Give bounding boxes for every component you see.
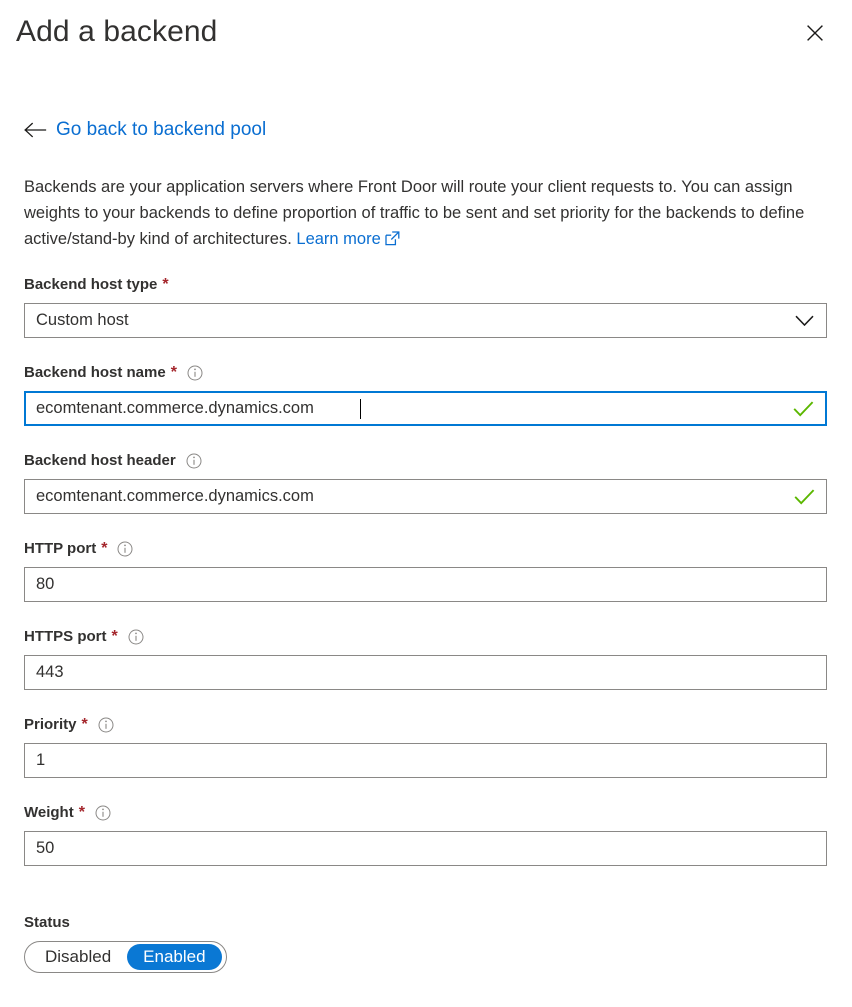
field-label-row: HTTP port * bbox=[24, 538, 828, 560]
field-backend-host-type: Backend host type * Custom host bbox=[24, 274, 828, 338]
status-label: Status bbox=[24, 914, 70, 931]
field-weight: Weight * 50 bbox=[24, 802, 828, 866]
backend-host-name-value: ecomtenant.commerce.dynamics.com bbox=[36, 399, 314, 417]
status-option-enabled[interactable]: Enabled bbox=[127, 944, 222, 970]
field-spacer bbox=[24, 338, 828, 362]
field-status: Status Disabled Enabled bbox=[24, 912, 227, 973]
field-spacer bbox=[24, 514, 828, 538]
field-label-row: HTTPS port * bbox=[24, 626, 828, 648]
info-icon[interactable] bbox=[187, 365, 203, 381]
required-asterisk: * bbox=[111, 628, 118, 645]
required-asterisk: * bbox=[162, 276, 169, 293]
go-back-link-label: Go back to backend pool bbox=[56, 119, 267, 140]
info-icon[interactable] bbox=[117, 541, 133, 557]
http-port-input[interactable]: 80 bbox=[24, 567, 827, 602]
field-backend-host-header: Backend host header ecomtenant.commerce.… bbox=[24, 450, 828, 514]
chevron-down-icon[interactable] bbox=[795, 315, 814, 327]
weight-input[interactable]: 50 bbox=[24, 831, 827, 866]
field-label-row: Priority * bbox=[24, 714, 828, 736]
https-port-input[interactable]: 443 bbox=[24, 655, 827, 690]
required-asterisk: * bbox=[101, 540, 108, 557]
blade-header: Add a backend bbox=[0, 0, 852, 74]
close-button[interactable] bbox=[800, 18, 830, 48]
backend-host-type-value: Custom host bbox=[36, 311, 129, 329]
field-label-row: Backend host header bbox=[24, 450, 828, 472]
backend-host-type-select[interactable]: Custom host bbox=[24, 303, 827, 338]
field-spacer bbox=[24, 602, 828, 626]
http-port-value: 80 bbox=[36, 575, 55, 593]
status-toggle[interactable]: Disabled Enabled bbox=[24, 941, 227, 973]
http-port-label: HTTP port bbox=[24, 540, 97, 557]
add-backend-blade: Add a backend Go back to backend pool Ba… bbox=[0, 0, 852, 1007]
backend-host-header-label: Backend host header bbox=[24, 452, 176, 469]
go-back-link[interactable]: Go back to backend pool bbox=[24, 117, 266, 143]
priority-value: 1 bbox=[36, 751, 46, 769]
learn-more-label: Learn more bbox=[296, 230, 381, 249]
backend-host-header-value: ecomtenant.commerce.dynamics.com bbox=[36, 487, 314, 505]
priority-label: Priority bbox=[24, 716, 77, 733]
field-label-row: Weight * bbox=[24, 802, 828, 824]
field-spacer bbox=[24, 426, 828, 450]
weight-label: Weight bbox=[24, 804, 74, 821]
external-link-icon bbox=[385, 228, 400, 254]
field-http-port: HTTP port * 80 bbox=[24, 538, 828, 602]
checkmark-icon bbox=[794, 488, 815, 505]
field-backend-host-name: Backend host name * ecomtenant.commerce.… bbox=[24, 362, 828, 426]
https-port-label: HTTPS port bbox=[24, 628, 107, 645]
required-asterisk: * bbox=[81, 716, 88, 733]
weight-value: 50 bbox=[36, 839, 55, 857]
backend-form: Backend host type * Custom host Backend … bbox=[24, 274, 828, 866]
status-option-disabled[interactable]: Disabled bbox=[29, 944, 127, 970]
field-label-row: Backend host type * bbox=[24, 274, 828, 296]
backend-host-name-input[interactable]: ecomtenant.commerce.dynamics.com bbox=[24, 391, 827, 426]
arrow-left-icon bbox=[24, 122, 47, 138]
backend-host-type-label: Backend host type bbox=[24, 276, 158, 293]
info-icon[interactable] bbox=[186, 453, 202, 469]
description-text: Backends are your application servers wh… bbox=[24, 178, 805, 249]
field-https-port: HTTPS port * 443 bbox=[24, 626, 828, 690]
field-label-row: Backend host name * bbox=[24, 362, 828, 384]
close-icon bbox=[806, 24, 824, 42]
info-icon[interactable] bbox=[128, 629, 144, 645]
page-title: Add a backend bbox=[16, 15, 218, 48]
priority-input[interactable]: 1 bbox=[24, 743, 827, 778]
checkmark-icon bbox=[793, 400, 814, 417]
field-spacer bbox=[24, 690, 828, 714]
field-priority: Priority * 1 bbox=[24, 714, 828, 778]
info-icon[interactable] bbox=[98, 717, 114, 733]
backend-host-name-label: Backend host name bbox=[24, 364, 166, 381]
required-asterisk: * bbox=[170, 364, 177, 381]
required-asterisk: * bbox=[78, 804, 85, 821]
https-port-value: 443 bbox=[36, 663, 64, 681]
backend-host-header-input[interactable]: ecomtenant.commerce.dynamics.com bbox=[24, 479, 827, 514]
field-spacer bbox=[24, 778, 828, 802]
blade-description: Backends are your application servers wh… bbox=[24, 174, 806, 255]
learn-more-link[interactable]: Learn more bbox=[296, 230, 400, 249]
info-icon[interactable] bbox=[95, 805, 111, 821]
text-caret bbox=[360, 399, 361, 419]
